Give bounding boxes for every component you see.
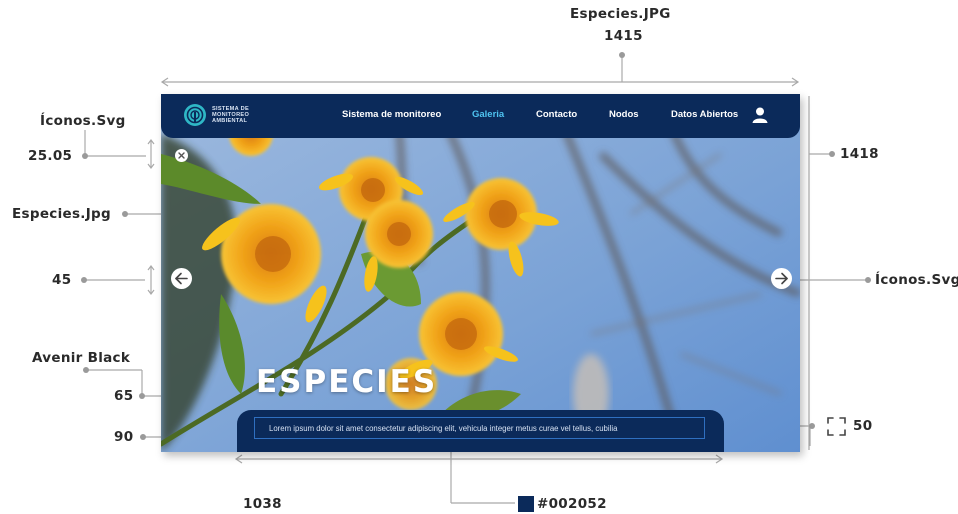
image-left-label: Especies.Jpg: [12, 206, 111, 222]
close-button[interactable]: [175, 149, 188, 162]
webpage-mockup: SISTEMA DE MONITOREO AMBIENTAL Sistema d…: [161, 94, 800, 452]
color-hex-label: #002052: [537, 496, 607, 512]
caption-box: Lorem ipsum dolor sit amet consectetur a…: [254, 417, 705, 439]
icons-right-label: Íconos.Svg: [875, 272, 958, 288]
top-width-label: 1415: [604, 28, 643, 44]
page-title: ESPECIES: [256, 364, 438, 400]
logo-icon: [184, 104, 206, 126]
brand-text: SISTEMA DE MONITOREO AMBIENTAL: [212, 106, 249, 124]
caption-text: Lorem ipsum dolor sit amet consectetur a…: [269, 423, 618, 433]
brand-line-3: AMBIENTAL: [212, 118, 248, 124]
bracket-size-label: 50: [853, 418, 873, 434]
nav-item-galeria[interactable]: Galeria: [472, 109, 504, 120]
bottom-width-label: 1038: [243, 496, 282, 512]
font-name-label: Avenir Black: [32, 350, 131, 366]
user-icon[interactable]: [751, 106, 769, 124]
arrow-size-label: 45: [52, 272, 72, 288]
top-navbar: SISTEMA DE MONITOREO AMBIENTAL Sistema d…: [161, 94, 800, 138]
close-icon: [178, 152, 185, 159]
next-button[interactable]: [771, 268, 792, 289]
arrow-right-icon: [775, 272, 788, 285]
brand[interactable]: SISTEMA DE MONITOREO AMBIENTAL: [183, 103, 249, 127]
arrow-left-icon: [175, 272, 188, 285]
right-height-label: 1418: [840, 146, 879, 162]
caption-height-label: 90: [114, 429, 134, 445]
icons-left-label: Íconos.Svg: [40, 113, 126, 129]
fullscreen-bracket-icon: [827, 417, 846, 436]
nav-item-datos-abiertos[interactable]: Datos Abiertos: [671, 109, 738, 120]
color-swatch: [518, 496, 534, 512]
icons-left-size-label: 25.05: [28, 148, 73, 164]
nav-item-sistema-de-monitoreo[interactable]: Sistema de monitoreo: [342, 109, 441, 120]
previous-button[interactable]: [171, 268, 192, 289]
nav-item-contacto[interactable]: Contacto: [536, 109, 577, 120]
caption-bar: Lorem ipsum dolor sit amet consectetur a…: [237, 410, 724, 452]
title-size-label: 65: [114, 388, 134, 404]
top-file-label: Especies.JPG: [570, 6, 671, 22]
nav-item-nodos[interactable]: Nodos: [609, 109, 639, 120]
